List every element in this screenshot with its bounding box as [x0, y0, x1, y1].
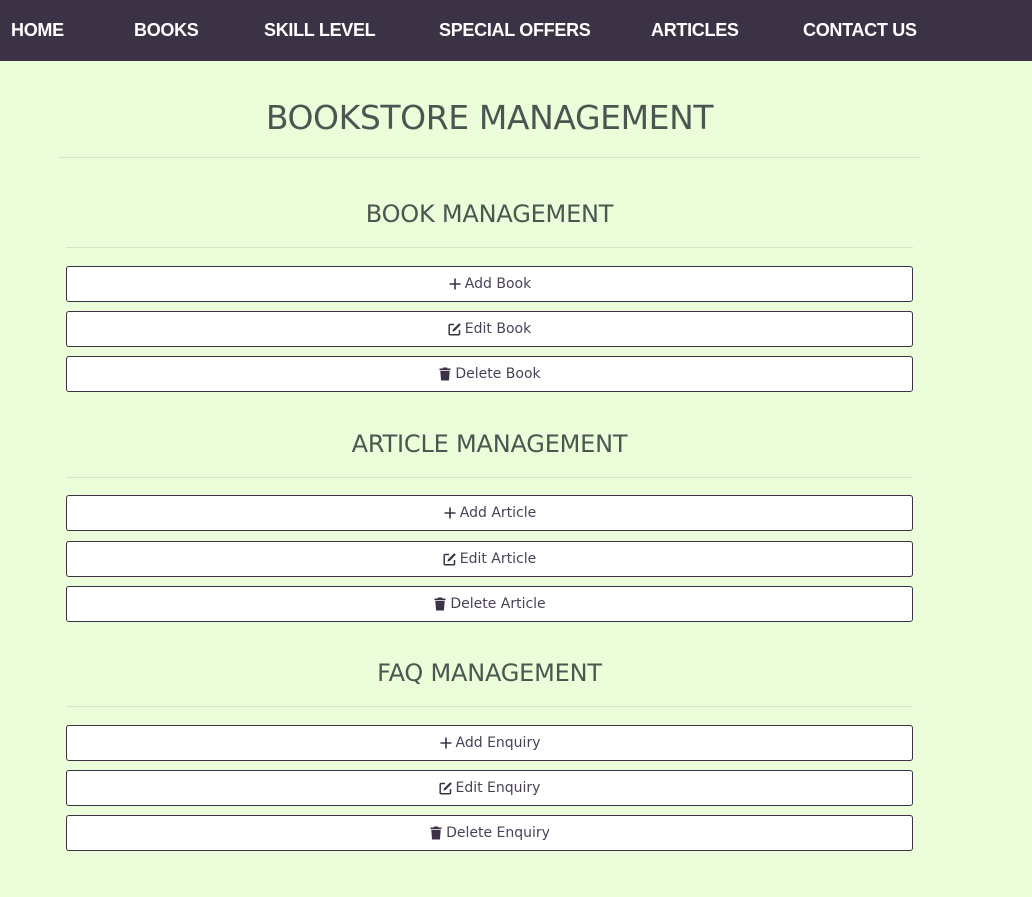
book-management-divider: [66, 247, 913, 248]
plus-icon: [443, 506, 457, 520]
faq-management-heading: FAQ MANAGEMENT: [377, 659, 602, 687]
nav-special-offers[interactable]: SPECIAL OFFERS: [439, 0, 591, 61]
add-article-button[interactable]: Add Article: [66, 495, 913, 531]
article-management-divider: [66, 477, 913, 478]
edit-icon: [443, 552, 457, 566]
add-enquiry-label: Add Enquiry: [455, 735, 541, 751]
add-article-label: Add Article: [459, 505, 537, 521]
edit-enquiry-button[interactable]: Edit Enquiry: [66, 770, 913, 806]
page-title: BOOKSTORE MANAGEMENT: [265, 98, 714, 137]
delete-article-label: Delete Article: [450, 596, 546, 612]
nav-home[interactable]: HOME: [11, 0, 64, 61]
article-management-heading: ARTICLE MANAGEMENT: [351, 430, 628, 458]
trash-icon: [429, 826, 443, 840]
top-navbar: HOME BOOKS SKILL LEVEL SPECIAL OFFERS AR…: [0, 0, 1032, 61]
delete-enquiry-label: Delete Enquiry: [446, 825, 550, 841]
add-book-label: Add Book: [464, 276, 532, 292]
edit-icon: [438, 781, 453, 795]
edit-enquiry-label: Edit Enquiry: [455, 780, 541, 796]
nav-articles[interactable]: ARTICLES: [651, 0, 739, 61]
edit-book-button[interactable]: Edit Book: [66, 311, 913, 347]
edit-article-label: Edit Article: [459, 551, 537, 567]
edit-icon: [448, 322, 462, 336]
plus-icon: [448, 277, 462, 291]
delete-enquiry-button[interactable]: Delete Enquiry: [66, 815, 913, 851]
delete-book-label: Delete Book: [455, 366, 541, 382]
edit-book-label: Edit Book: [464, 321, 532, 337]
delete-article-button[interactable]: Delete Article: [66, 586, 913, 622]
trash-icon: [438, 367, 452, 381]
trash-icon: [433, 597, 447, 611]
add-enquiry-button[interactable]: Add Enquiry: [66, 725, 913, 761]
nav-contact-us[interactable]: CONTACT US: [803, 0, 917, 61]
add-book-button[interactable]: Add Book: [66, 266, 913, 302]
nav-books[interactable]: BOOKS: [134, 0, 199, 61]
page-title-divider: [58, 157, 921, 158]
delete-book-button[interactable]: Delete Book: [66, 356, 913, 392]
edit-article-button[interactable]: Edit Article: [66, 541, 913, 577]
plus-icon: [439, 736, 453, 750]
book-management-heading: BOOK MANAGEMENT: [365, 200, 614, 228]
nav-skill-level[interactable]: SKILL LEVEL: [264, 0, 376, 61]
faq-management-divider: [66, 706, 913, 707]
